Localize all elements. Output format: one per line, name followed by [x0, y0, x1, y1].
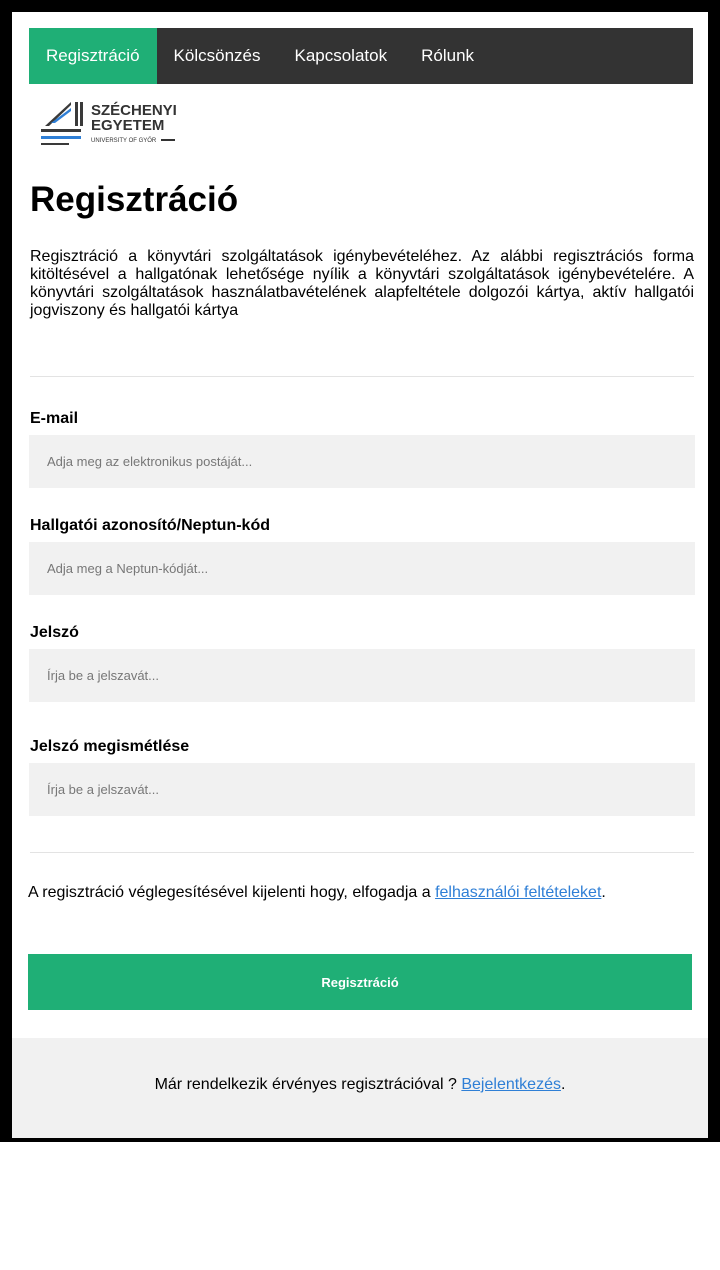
- neptun-label: Hallgatói azonosító/Neptun-kód: [30, 517, 270, 534]
- intro-text: Regisztráció a könyvtári szolgáltatások …: [30, 248, 694, 319]
- divider: [30, 376, 694, 377]
- password-repeat-field[interactable]: [29, 763, 695, 816]
- screenshot-frame: Regisztráció Kölcsönzés Kapcsolatok Rólu…: [0, 0, 720, 1142]
- page-title: Regisztráció: [30, 180, 239, 219]
- login-prompt: Már rendelkezik érvényes regisztrációval…: [12, 1076, 708, 1094]
- password-repeat-label: Jelszó megismétlése: [30, 738, 190, 755]
- nav-item-contacts[interactable]: Kapcsolatok: [277, 28, 404, 84]
- nav-item-about[interactable]: Rólunk: [404, 28, 491, 84]
- neptun-field[interactable]: [29, 542, 695, 595]
- terms-suffix: .: [601, 884, 606, 901]
- terms-notice: A regisztráció véglegesítésével kijelent…: [28, 884, 692, 902]
- footer: Már rendelkezik érvényes regisztrációval…: [12, 1038, 708, 1138]
- login-link[interactable]: Bejelentkezés: [461, 1076, 561, 1093]
- logo-mark: [41, 102, 83, 145]
- logo-line-2: EGYETEM: [91, 117, 164, 134]
- divider: [30, 852, 694, 853]
- nav-item-lending[interactable]: Kölcsönzés: [157, 28, 278, 84]
- nav-item-registration[interactable]: Regisztráció: [29, 28, 157, 84]
- email-label: E-mail: [30, 410, 79, 427]
- login-prompt-text: Már rendelkezik érvényes regisztrációval…: [154, 1076, 462, 1093]
- password-label: Jelszó: [30, 624, 79, 641]
- university-logo: SZÉCHENYI EGYETEM UNIVERSITY OF GYŐR: [41, 102, 177, 145]
- terms-link[interactable]: felhasználói feltételeket: [435, 884, 601, 901]
- register-button[interactable]: Regisztráció: [28, 954, 692, 1010]
- password-field[interactable]: [29, 649, 695, 702]
- login-prompt-suffix: .: [560, 1076, 566, 1093]
- terms-text: A regisztráció véglegesítésével kijelent…: [28, 884, 436, 901]
- top-navigation: Regisztráció Kölcsönzés Kapcsolatok Rólu…: [29, 28, 693, 84]
- logo-line-3: UNIVERSITY OF GYŐR: [91, 137, 157, 144]
- email-field[interactable]: [29, 435, 695, 488]
- registration-page: Regisztráció Kölcsönzés Kapcsolatok Rólu…: [12, 12, 708, 1138]
